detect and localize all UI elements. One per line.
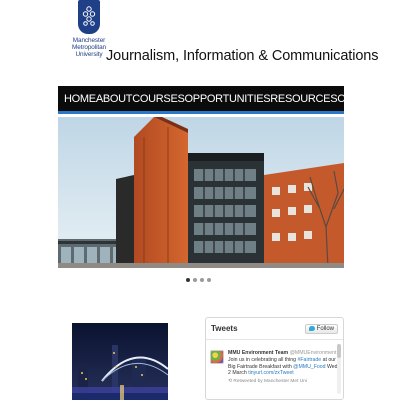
tweet-retweet-note: ⟲ Retweeted by Manchester Met Uni	[228, 378, 340, 385]
nav-item-about[interactable]: ABOUT	[96, 93, 133, 105]
tweet-author-handle[interactable]: @MMUEnvironment	[290, 350, 337, 356]
university-logo[interactable]: Manchester Metropolitan University	[72, 0, 106, 58]
twitter-header: Tweets Follow	[206, 318, 343, 340]
logo-shield-icon	[78, 0, 100, 34]
retweet-note-text: Retweeted by Manchester Met Uni	[233, 378, 307, 384]
slider-dot[interactable]	[207, 278, 211, 282]
logo-text: Manchester Metropolitan University	[72, 37, 106, 58]
slider-dot[interactable]	[200, 278, 204, 282]
tweet-author-name[interactable]: MMU Environment Team	[228, 350, 288, 356]
tweet-avatar[interactable]	[210, 350, 224, 364]
logo-line: University	[75, 51, 103, 58]
twitter-bird-icon	[308, 326, 315, 331]
tweet-url-link[interactable]: tinyurl.com/zxTweet	[248, 370, 294, 376]
hero-slider-image[interactable]	[58, 117, 344, 268]
twitter-title: Tweets	[211, 324, 238, 333]
nav-item-opportunities[interactable]: OPPORTUNITIES	[185, 93, 271, 105]
site-title: Journalism, Information & Communications	[106, 48, 379, 64]
slider-pagination	[186, 278, 211, 282]
main-navigation: HOME ABOUT COURSES OPPORTUNITIES RESOURC…	[58, 86, 388, 114]
nav-item-courses[interactable]: COURSES	[132, 93, 185, 105]
nav-item-contact[interactable]: CONTACT	[337, 93, 388, 105]
twitter-follow-button[interactable]: Follow	[304, 323, 338, 334]
tweet-hashtag-link[interactable]: #Fairtrade	[298, 357, 322, 363]
twitter-widget: Tweets Follow MMU Environment Team @MMUE…	[205, 317, 344, 400]
scrollbar-thumb[interactable]	[337, 344, 341, 358]
nav-item-home[interactable]: HOME	[64, 93, 96, 105]
logo-line: Manchester	[72, 37, 106, 44]
twitter-scrollbar[interactable]	[337, 344, 341, 394]
tweet-text: Join us in celebrating all thing #Fairtr…	[228, 357, 340, 377]
nav-item-resources[interactable]: RESOURCES	[270, 93, 337, 105]
follow-label: Follow	[316, 325, 334, 332]
city-night-photo[interactable]	[72, 323, 168, 400]
tweet-text-part: Join us in celebrating all thing	[228, 357, 298, 363]
slider-dot[interactable]	[193, 278, 197, 282]
slider-dot[interactable]	[186, 278, 190, 282]
logo-line: Metropolitan	[72, 44, 106, 51]
tweet-mention-link[interactable]: @MMU_Food	[293, 364, 325, 370]
